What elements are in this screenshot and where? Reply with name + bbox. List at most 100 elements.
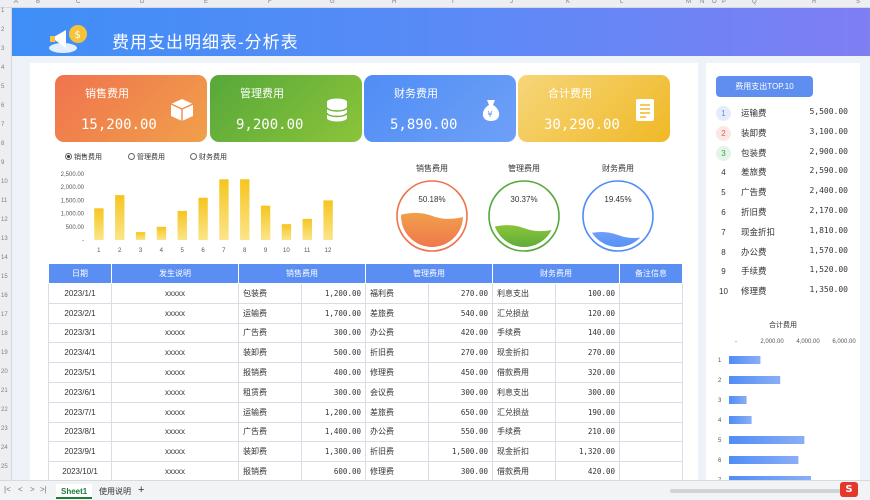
- radio-sales[interactable]: 销售费用: [65, 152, 102, 162]
- column-header-L[interactable]: L: [620, 0, 623, 5]
- row-header-22[interactable]: 22: [1, 407, 8, 413]
- column-header-D[interactable]: D: [140, 0, 144, 5]
- table-cell[interactable]: 300.00: [555, 381, 620, 403]
- header-description[interactable]: 发生说明: [111, 263, 239, 284]
- row-header-bar[interactable]: 1 2 3 4 5 6 7 8 9 10 11 12 13 14 15 16 17 18 19 20 21 22 23 24 2…: [0, 8, 12, 480]
- table-cell[interactable]: xxxxx: [111, 461, 239, 482]
- header-admin-expense[interactable]: 管理费用: [365, 263, 493, 284]
- column-header-B[interactable]: B: [36, 0, 40, 5]
- table-cell[interactable]: 福利费: [365, 283, 429, 304]
- tab-sheet1[interactable]: Sheet1: [56, 484, 93, 499]
- row-header-21[interactable]: 21: [1, 388, 8, 394]
- header-date[interactable]: 日期: [48, 263, 112, 284]
- hbar-2[interactable]: [729, 376, 781, 384]
- row-header-23[interactable]: 23: [1, 426, 8, 432]
- tab-instructions[interactable]: 使用说明: [94, 484, 136, 499]
- bar-8[interactable]: [240, 179, 250, 240]
- row-header-4[interactable]: 4: [1, 65, 4, 71]
- table-cell[interactable]: 借款费用: [492, 362, 556, 383]
- column-header-I[interactable]: I: [452, 0, 454, 5]
- table-cell[interactable]: 400.00: [301, 362, 366, 383]
- table-cell[interactable]: 2023/8/1: [48, 421, 112, 443]
- table-cell[interactable]: 1,400.00: [301, 421, 366, 443]
- table-cell[interactable]: xxxxx: [111, 322, 239, 344]
- row-header-13[interactable]: 13: [1, 236, 8, 242]
- table-cell[interactable]: 1,300.00: [301, 441, 366, 463]
- table-cell[interactable]: [619, 302, 683, 324]
- table-cell[interactable]: 手续费: [492, 322, 556, 344]
- table-cell[interactable]: 借款费用: [492, 461, 556, 482]
- bar-9[interactable]: [260, 205, 271, 240]
- column-header-G[interactable]: G: [330, 0, 335, 5]
- bar-12[interactable]: [323, 200, 333, 240]
- row-header-15[interactable]: 15: [1, 274, 8, 280]
- prev-sheet-button[interactable]: <: [18, 485, 23, 494]
- bar-3[interactable]: [135, 232, 146, 240]
- table-cell[interactable]: 办公费: [365, 322, 429, 344]
- column-header-bar[interactable]: A B C D E F G H I J K L M N OP Q R S: [0, 0, 870, 8]
- table-cell[interactable]: 420.00: [555, 461, 620, 482]
- next-sheet-button[interactable]: >: [30, 485, 35, 494]
- radio-dot-icon[interactable]: [190, 153, 197, 160]
- table-cell[interactable]: 2023/4/1: [48, 342, 112, 364]
- table-cell[interactable]: 650.00: [428, 401, 493, 423]
- table-cell[interactable]: [619, 362, 683, 383]
- table-cell[interactable]: 办公费: [365, 421, 429, 443]
- table-cell[interactable]: 会议费: [365, 381, 429, 403]
- column-header-E[interactable]: E: [204, 0, 208, 5]
- table-cell[interactable]: 420.00: [428, 322, 493, 344]
- hbar-4[interactable]: [729, 416, 752, 424]
- table-cell[interactable]: 1,500.00: [428, 441, 493, 463]
- table-cell[interactable]: 差旅费: [365, 401, 429, 423]
- table-cell[interactable]: 300.00: [428, 381, 493, 403]
- table-cell[interactable]: [619, 401, 683, 423]
- table-cell[interactable]: 差旅费: [365, 302, 429, 324]
- table-cell[interactable]: 300.00: [301, 322, 366, 344]
- table-cell[interactable]: 2023/9/1: [48, 441, 112, 463]
- table-cell[interactable]: 140.00: [555, 322, 620, 344]
- table-cell[interactable]: 修理费: [365, 461, 429, 482]
- table-cell[interactable]: 2023/2/1: [48, 302, 112, 324]
- table-cell[interactable]: 450.00: [428, 362, 493, 383]
- row-header-7[interactable]: 7: [1, 122, 4, 128]
- bar-5[interactable]: [177, 210, 187, 240]
- table-cell[interactable]: 汇兑损益: [492, 302, 556, 324]
- row-header-25[interactable]: 25: [1, 464, 8, 470]
- table-cell[interactable]: xxxxx: [111, 283, 239, 304]
- table-cell[interactable]: 210.00: [555, 421, 620, 443]
- row-header-24[interactable]: 24: [1, 445, 8, 451]
- hbar-6[interactable]: [729, 456, 799, 464]
- table-cell[interactable]: 2023/7/1: [48, 401, 112, 423]
- table-cell[interactable]: 2023/10/1: [48, 461, 112, 482]
- hbar-3[interactable]: [729, 396, 747, 404]
- table-cell[interactable]: xxxxx: [111, 381, 239, 403]
- table-cell[interactable]: 折旧费: [365, 441, 429, 463]
- table-cell[interactable]: 2023/3/1: [48, 322, 112, 344]
- column-header-K[interactable]: K: [566, 0, 570, 5]
- column-header-O[interactable]: O: [712, 0, 717, 5]
- row-header-3[interactable]: 3: [1, 46, 4, 52]
- table-cell[interactable]: 270.00: [555, 342, 620, 364]
- table-cell[interactable]: 装卸费: [238, 342, 302, 364]
- row-header-10[interactable]: 10: [1, 179, 8, 185]
- table-cell[interactable]: 550.00: [428, 421, 493, 443]
- column-header-M[interactable]: M: [686, 0, 691, 5]
- table-cell[interactable]: xxxxx: [111, 362, 239, 383]
- table-cell[interactable]: 广告费: [238, 421, 302, 443]
- table-cell[interactable]: 2023/1/1: [48, 283, 112, 304]
- table-cell[interactable]: 500.00: [301, 342, 366, 364]
- table-cell[interactable]: 2023/6/1: [48, 381, 112, 403]
- table-cell[interactable]: 手续费: [492, 421, 556, 443]
- table-cell[interactable]: 2023/5/1: [48, 362, 112, 383]
- table-cell[interactable]: xxxxx: [111, 302, 239, 324]
- bar-6[interactable]: [198, 197, 208, 240]
- bar-4[interactable]: [156, 226, 167, 240]
- hbar-5[interactable]: [729, 436, 805, 444]
- table-cell[interactable]: 运输费: [238, 401, 302, 423]
- table-cell[interactable]: 现金折扣: [492, 342, 556, 364]
- row-header-14[interactable]: 14: [1, 255, 8, 261]
- row-header-12[interactable]: 12: [1, 217, 8, 223]
- table-cell[interactable]: [619, 283, 683, 304]
- column-header-Q[interactable]: Q: [752, 0, 757, 5]
- table-cell[interactable]: 120.00: [555, 302, 620, 324]
